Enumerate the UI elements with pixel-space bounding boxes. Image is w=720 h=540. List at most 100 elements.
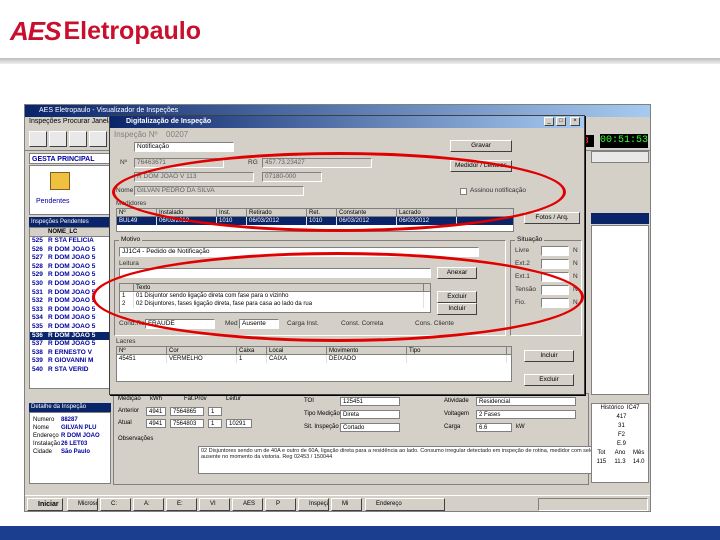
medidores-grid[interactable]: Nº Instalado Inst. Retirado Ret. Constante Lac… — [116, 208, 514, 232]
list-item[interactable]: 537 R DOM JOAO 5 — [30, 340, 110, 349]
situacao-item-field[interactable] — [541, 259, 569, 269]
toolbar-button-2[interactable] — [49, 131, 67, 147]
list-item[interactable]: 526 R DOM JOAO 5 — [30, 246, 110, 255]
lacre-col-header[interactable]: Nº — [117, 347, 167, 354]
atual-fat[interactable]: 7564803 — [170, 419, 204, 428]
carga-field[interactable]: 6.6 — [476, 423, 512, 432]
pendentes-folder-icon[interactable] — [50, 172, 70, 190]
atividade-field[interactable]: Residencial — [476, 397, 576, 406]
lacre-col-header[interactable]: Tipo — [407, 347, 507, 354]
list-item[interactable]: 539 R GIOVANNI M — [30, 357, 110, 366]
right-icon-strip[interactable] — [591, 151, 649, 163]
taskbar-item[interactable]: Microsoft — [67, 498, 98, 511]
cep-field[interactable]: 07180-000 — [262, 172, 322, 182]
taskbar-item[interactable]: Inspeção — [298, 498, 329, 511]
medidores-col-header[interactable]: Ret. — [307, 209, 337, 216]
assinou-checkbox[interactable] — [460, 188, 467, 195]
pendentes-panel[interactable]: Pendentes — [29, 165, 111, 215]
list-item[interactable]: 536 R DOM JOAO 5 — [30, 331, 110, 341]
system-tray[interactable] — [538, 498, 648, 511]
situacao-field[interactable]: Cortado — [340, 423, 400, 432]
atual-extra[interactable]: 10291 — [226, 419, 252, 428]
texto-row[interactable]: 2 02 Disjuntores, fases ligação direta, f… — [120, 300, 430, 308]
list-item[interactable]: 527 R DOM JOAO 5 — [30, 254, 110, 263]
atual-kwh[interactable]: 4941 — [146, 419, 166, 428]
tipo-medicao-field[interactable]: Direta — [340, 410, 400, 419]
lacre-col-header[interactable]: Caixa — [237, 347, 267, 354]
list-item[interactable]: 534 R DOM JOAO 5 — [30, 314, 110, 323]
minimize-icon[interactable]: _ — [544, 117, 554, 126]
lacres-row[interactable]: 45451 VERMELHO 1 CAIXA DEIXADO — [117, 355, 511, 363]
situacao-item-field[interactable] — [541, 246, 569, 256]
incluir-lacre-button[interactable]: Incluir — [524, 350, 574, 362]
medidores-col-header[interactable]: Instalado — [157, 209, 217, 216]
taskbar-item[interactable]: VI — [199, 498, 230, 511]
maximize-icon[interactable]: □ — [556, 117, 566, 126]
list-item[interactable]: 525 R STA FELICIA — [30, 237, 110, 246]
list-item[interactable]: 533 R DOM JOAO 5 — [30, 306, 110, 315]
medidores-col-header[interactable]: Lacrado — [397, 209, 457, 216]
anterior-leit[interactable]: 1 — [208, 407, 222, 416]
medidor-button[interactable]: Medidor / Leituras — [450, 160, 512, 172]
medidores-col-header[interactable]: Constante — [337, 209, 397, 216]
nome-field[interactable]: GILVAN PEDRO DA SILVA — [134, 186, 304, 196]
leitura-field[interactable] — [119, 268, 431, 278]
list-item[interactable]: 540 R STA VERID — [30, 366, 110, 375]
medidores-col-header[interactable]: Nº — [117, 209, 157, 216]
anterior-kwh[interactable]: 4941 — [146, 407, 166, 416]
excluir-button[interactable]: Excluir — [437, 291, 477, 303]
address-bar[interactable]: Endereço — [365, 498, 445, 511]
nc-field[interactable]: 76463671 — [134, 158, 224, 168]
lacre-col-header[interactable]: Movimento — [327, 347, 407, 354]
taskbar-item[interactable]: E: — [166, 498, 197, 511]
situacao-item-field[interactable] — [541, 285, 569, 295]
texto-col-header[interactable] — [120, 284, 134, 291]
list-item[interactable]: 531 R DOM JOAO 5 — [30, 289, 110, 298]
lacre-col-header[interactable]: Local — [267, 347, 327, 354]
toolbar-button-4[interactable] — [89, 131, 107, 147]
taskbar-item[interactable]: Mi — [331, 498, 362, 511]
toolbar-button-1[interactable] — [29, 131, 47, 147]
start-button[interactable]: Iniciar — [27, 498, 63, 511]
medidores-row[interactable]: BUL49 06/03/2012 1010 06/03/2012 1010 06/03/2… — [117, 217, 513, 225]
excluir-lacre-button[interactable]: Excluir — [524, 374, 574, 386]
list-item[interactable]: 535 R DOM JOAO 5 — [30, 323, 110, 332]
lacre-col-header[interactable]: Cor — [167, 347, 237, 354]
situacao-item-field[interactable] — [541, 298, 569, 308]
motivo-select[interactable]: JJ1C4 - Pedido de Notificação — [119, 247, 479, 257]
med-field[interactable]: Ausente — [239, 319, 279, 329]
texto-col-header[interactable]: Texto — [134, 284, 424, 291]
toolbar-button-3[interactable] — [69, 131, 87, 147]
taskbar-item[interactable]: A: — [133, 498, 164, 511]
taskbar-item[interactable]: P — [265, 498, 296, 511]
list-item[interactable]: 532 R DOM JOAO 5 — [30, 297, 110, 306]
incluir-button[interactable]: Incluir — [437, 303, 477, 315]
close-icon[interactable]: × — [570, 117, 580, 126]
list-item[interactable]: 528 R DOM JOAO 5 — [30, 263, 110, 272]
taskbar-item[interactable]: AES — [232, 498, 263, 511]
endereco-field[interactable]: R DOM JOAO V 113 — [134, 172, 254, 182]
medidores-col-header[interactable]: Retirado — [247, 209, 307, 216]
cond-select[interactable]: FRAUDE — [145, 319, 215, 329]
voltagem-field[interactable]: 2 Fases — [476, 410, 576, 419]
list-item[interactable]: 529 R DOM JOAO 5 — [30, 271, 110, 280]
texto-grid[interactable]: Texto 1 01 Disjuntor sendo ligação direta… — [119, 283, 431, 313]
texto-row[interactable]: 1 01 Disjuntor sendo ligação direta com f… — [120, 292, 430, 300]
lacres-grid[interactable]: Nº Cor Caixa Local Movimento Tipo 45451 VERMEL… — [116, 346, 512, 382]
inspection-list[interactable]: NOME_LC 525 R STA FELICIA 526 R DOM JOAO 55… — [29, 227, 111, 389]
gravar-button[interactable]: Gravar — [450, 140, 512, 152]
tipo-select[interactable]: Notificação — [134, 142, 234, 152]
situacao-item-field[interactable] — [541, 272, 569, 282]
list-item[interactable]: 538 R ERNESTO V — [30, 349, 110, 358]
taskbar-item[interactable]: C: — [100, 498, 131, 511]
anexar-button[interactable]: Anexar — [437, 267, 477, 279]
toi-field[interactable]: 125451 — [340, 397, 400, 406]
rg-field[interactable]: 457.73.23427 — [262, 158, 372, 168]
atual-leit[interactable]: 1 — [208, 419, 222, 428]
list-header[interactable]: NOME_LC — [30, 228, 110, 237]
medidores-col-header[interactable]: Inst. — [217, 209, 247, 216]
fotos-button[interactable]: Fotos / Arq. — [524, 212, 580, 224]
anterior-fat[interactable]: 7564865 — [170, 407, 204, 416]
list-item[interactable]: 530 R DOM JOAO 5 — [30, 280, 110, 289]
observacoes-field[interactable]: 02 Disjuntores sendo um de 40A e outro d… — [198, 446, 648, 474]
